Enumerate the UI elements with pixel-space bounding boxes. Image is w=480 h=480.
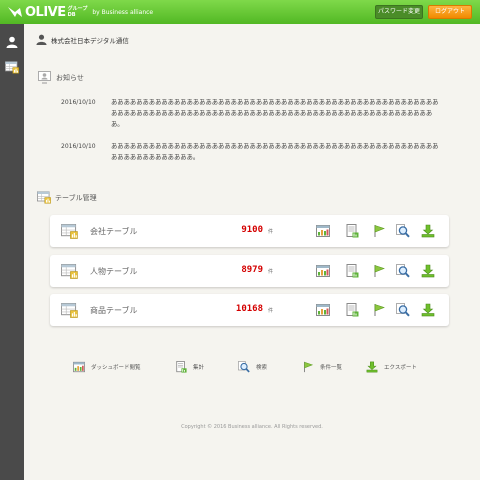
table-icon xyxy=(61,303,78,318)
sidebar-item-user[interactable] xyxy=(0,30,24,54)
news-date: 2016/10/10 xyxy=(61,143,96,150)
legend-aggregate: 集計 xyxy=(175,361,204,373)
table-icon xyxy=(61,224,78,239)
conditions-flag-icon[interactable] xyxy=(372,264,386,278)
app-header: OLIVE グループ DB by Business alliance パスワード… xyxy=(0,0,480,24)
conditions-flag-icon[interactable] xyxy=(372,303,386,317)
conditions-flag-icon xyxy=(302,361,314,373)
logo-text: OLIVE xyxy=(25,4,66,20)
legend-label: 検索 xyxy=(256,365,268,371)
table-card-company: 会社テーブル 9100 件 xyxy=(50,215,449,247)
legend-label: 条件一覧 xyxy=(320,365,343,371)
search-icon[interactable] xyxy=(396,303,410,317)
aggregate-icon xyxy=(175,361,187,373)
legend-search: 検索 xyxy=(238,361,267,373)
sidebar-item-tables[interactable] xyxy=(0,55,24,79)
user-icon xyxy=(6,36,18,48)
legend-export: エクスポート xyxy=(366,361,417,373)
news-section-title: お知らせ xyxy=(38,71,84,84)
aggregate-icon[interactable] xyxy=(345,264,359,278)
legend-dashboard: ダッシュボード閲覧 xyxy=(73,361,141,373)
record-count: 9100 xyxy=(241,225,263,235)
copyright: Copyright © 2016 Business alliance. All … xyxy=(181,424,323,430)
table-icon xyxy=(37,191,51,204)
count-unit: 件 xyxy=(268,308,274,314)
aggregate-icon[interactable] xyxy=(345,224,359,238)
logo-by: by Business alliance xyxy=(92,8,154,16)
aggregate-icon[interactable] xyxy=(345,303,359,317)
logo-sub-bottom: DB xyxy=(67,12,76,18)
conditions-flag-icon[interactable] xyxy=(372,224,386,238)
export-icon[interactable] xyxy=(421,303,435,317)
dashboard-icon[interactable] xyxy=(316,264,330,278)
password-change-button[interactable]: パスワード変更 xyxy=(375,5,423,19)
tables-section-title: テーブル管理 xyxy=(37,191,97,204)
news-text: ああああああああああああああああああああああああああああああああああああああああ… xyxy=(111,143,439,161)
logout-button[interactable]: ログアウト xyxy=(428,5,472,19)
export-icon[interactable] xyxy=(421,224,435,238)
table-name[interactable]: 人物テーブル xyxy=(90,266,138,277)
export-icon[interactable] xyxy=(421,264,435,278)
company-name: 株式会社日本デジタル通信 xyxy=(51,36,129,45)
table-name[interactable]: 商品テーブル xyxy=(90,305,138,316)
search-icon xyxy=(238,361,250,373)
legend-label: 集計 xyxy=(193,365,205,371)
tables-title: テーブル管理 xyxy=(55,193,97,202)
dashboard-icon[interactable] xyxy=(316,303,330,317)
table-card-person: 人物テーブル 8979 件 xyxy=(50,255,449,287)
export-icon xyxy=(366,361,378,373)
legend-label: ダッシュボード閲覧 xyxy=(91,365,141,371)
logo[interactable]: OLIVE グループ DB by Business alliance xyxy=(7,3,153,21)
sidebar xyxy=(0,24,24,480)
logo-sub: グループ DB xyxy=(68,6,88,18)
user-icon xyxy=(36,34,47,45)
legend-label: エクスポート xyxy=(384,365,417,371)
notice-icon xyxy=(38,71,51,84)
news-title: お知らせ xyxy=(56,73,84,82)
record-count: 10168 xyxy=(235,304,263,314)
table-icon xyxy=(61,264,78,279)
record-count: 8979 xyxy=(241,265,263,275)
dashboard-icon xyxy=(73,361,85,373)
count-unit: 件 xyxy=(268,229,274,235)
company-header: 株式会社日本デジタル通信 xyxy=(36,34,129,45)
search-icon[interactable] xyxy=(396,224,410,238)
table-icon xyxy=(5,61,19,74)
news-text: ああああああああああああああああああああああああああああああああああああああああ… xyxy=(111,99,439,128)
legend-conditions: 条件一覧 xyxy=(302,361,342,373)
search-icon[interactable] xyxy=(396,264,410,278)
table-card-product: 商品テーブル 10168 件 xyxy=(50,294,449,326)
table-name[interactable]: 会社テーブル xyxy=(90,226,138,237)
count-unit: 件 xyxy=(268,269,274,275)
olive-logo-icon xyxy=(8,7,22,17)
dashboard-icon[interactable] xyxy=(316,224,330,238)
news-date: 2016/10/10 xyxy=(61,99,96,106)
news-item: 2016/10/10 あああああああああああああああああああああああああああああ… xyxy=(61,97,441,130)
news-item: 2016/10/10 あああああああああああああああああああああああああああああ… xyxy=(61,141,441,163)
